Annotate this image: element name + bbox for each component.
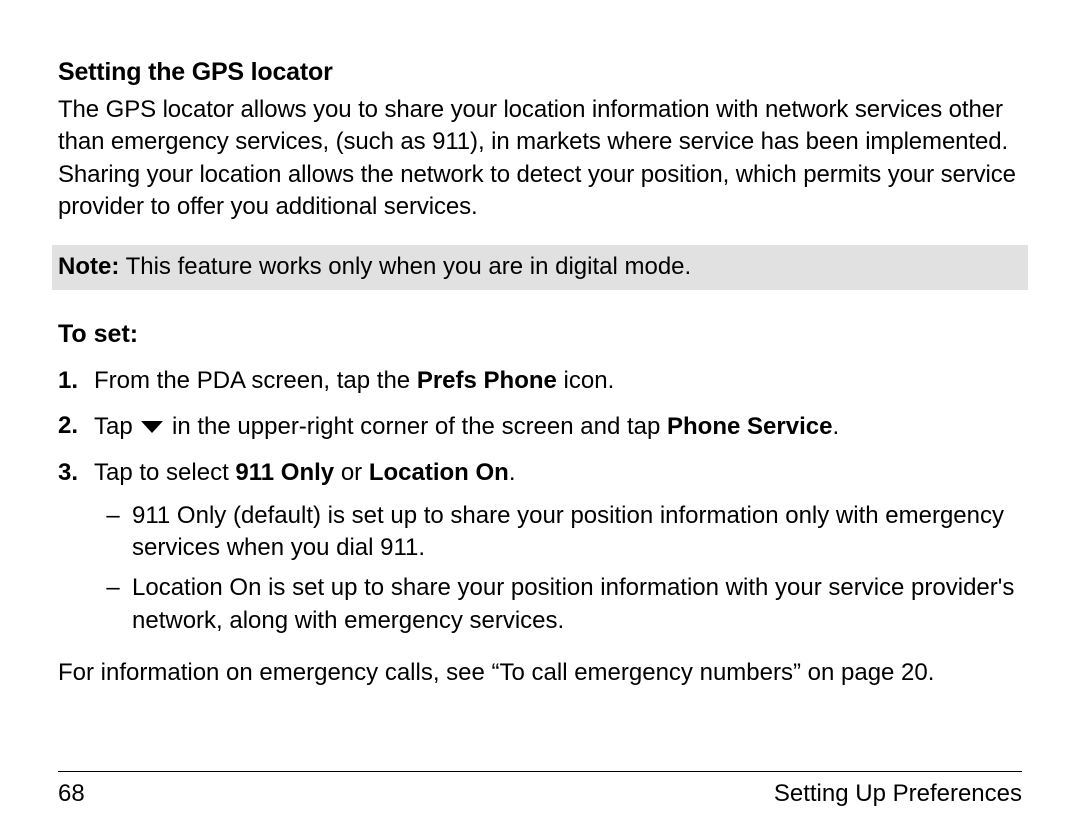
step-number: 3. xyxy=(58,457,94,645)
page-footer: 68 Setting Up Preferences xyxy=(58,771,1022,810)
step-number: 2. xyxy=(58,410,94,445)
bullet-text: 911 Only (default) is set up to share yo… xyxy=(132,500,1022,565)
dash-icon: – xyxy=(94,500,132,565)
bullet-item: – Location On is set up to share your po… xyxy=(94,572,1022,637)
911-only-label: 911 Only xyxy=(235,459,334,486)
step-text: From the PDA screen, tap the Prefs Phone… xyxy=(94,365,1022,397)
intro-paragraph: The GPS locator allows you to share your… xyxy=(58,94,1022,224)
bullet-text: Location On is set up to share your posi… xyxy=(132,572,1022,637)
note-label: Note: xyxy=(58,253,119,280)
section-heading: Setting the GPS locator xyxy=(58,56,1022,90)
bullet-item: – 911 Only (default) is set up to share … xyxy=(94,500,1022,565)
section-title: Setting Up Preferences xyxy=(774,778,1022,810)
steps-list: 1. From the PDA screen, tap the Prefs Ph… xyxy=(58,365,1022,645)
note-band: Note: This feature works only when you a… xyxy=(52,245,1028,289)
to-set-heading: To set: xyxy=(58,318,1022,352)
step-number: 1. xyxy=(58,365,94,397)
option-bullets: – 911 Only (default) is set up to share … xyxy=(94,500,1022,638)
dash-icon: – xyxy=(94,572,132,637)
location-on-label: Location On xyxy=(369,459,509,486)
page-number: 68 xyxy=(58,778,85,810)
step-item: 2. Tap in the upper-right corner of the … xyxy=(58,410,1022,445)
note-text: This feature works only when you are in … xyxy=(119,253,691,280)
dropdown-triangle-icon xyxy=(141,410,163,442)
step-text: Tap in the upper-right corner of the scr… xyxy=(94,410,1022,445)
reference-paragraph: For information on emergency calls, see … xyxy=(58,657,1022,689)
prefs-phone-label: Prefs Phone xyxy=(417,367,557,394)
footer-rule xyxy=(58,771,1022,772)
step-item: 1. From the PDA screen, tap the Prefs Ph… xyxy=(58,365,1022,397)
step-item: 3. Tap to select 911 Only or Location On… xyxy=(58,457,1022,645)
step-text: Tap to select 911 Only or Location On. –… xyxy=(94,457,1022,645)
phone-service-label: Phone Service xyxy=(667,413,832,440)
